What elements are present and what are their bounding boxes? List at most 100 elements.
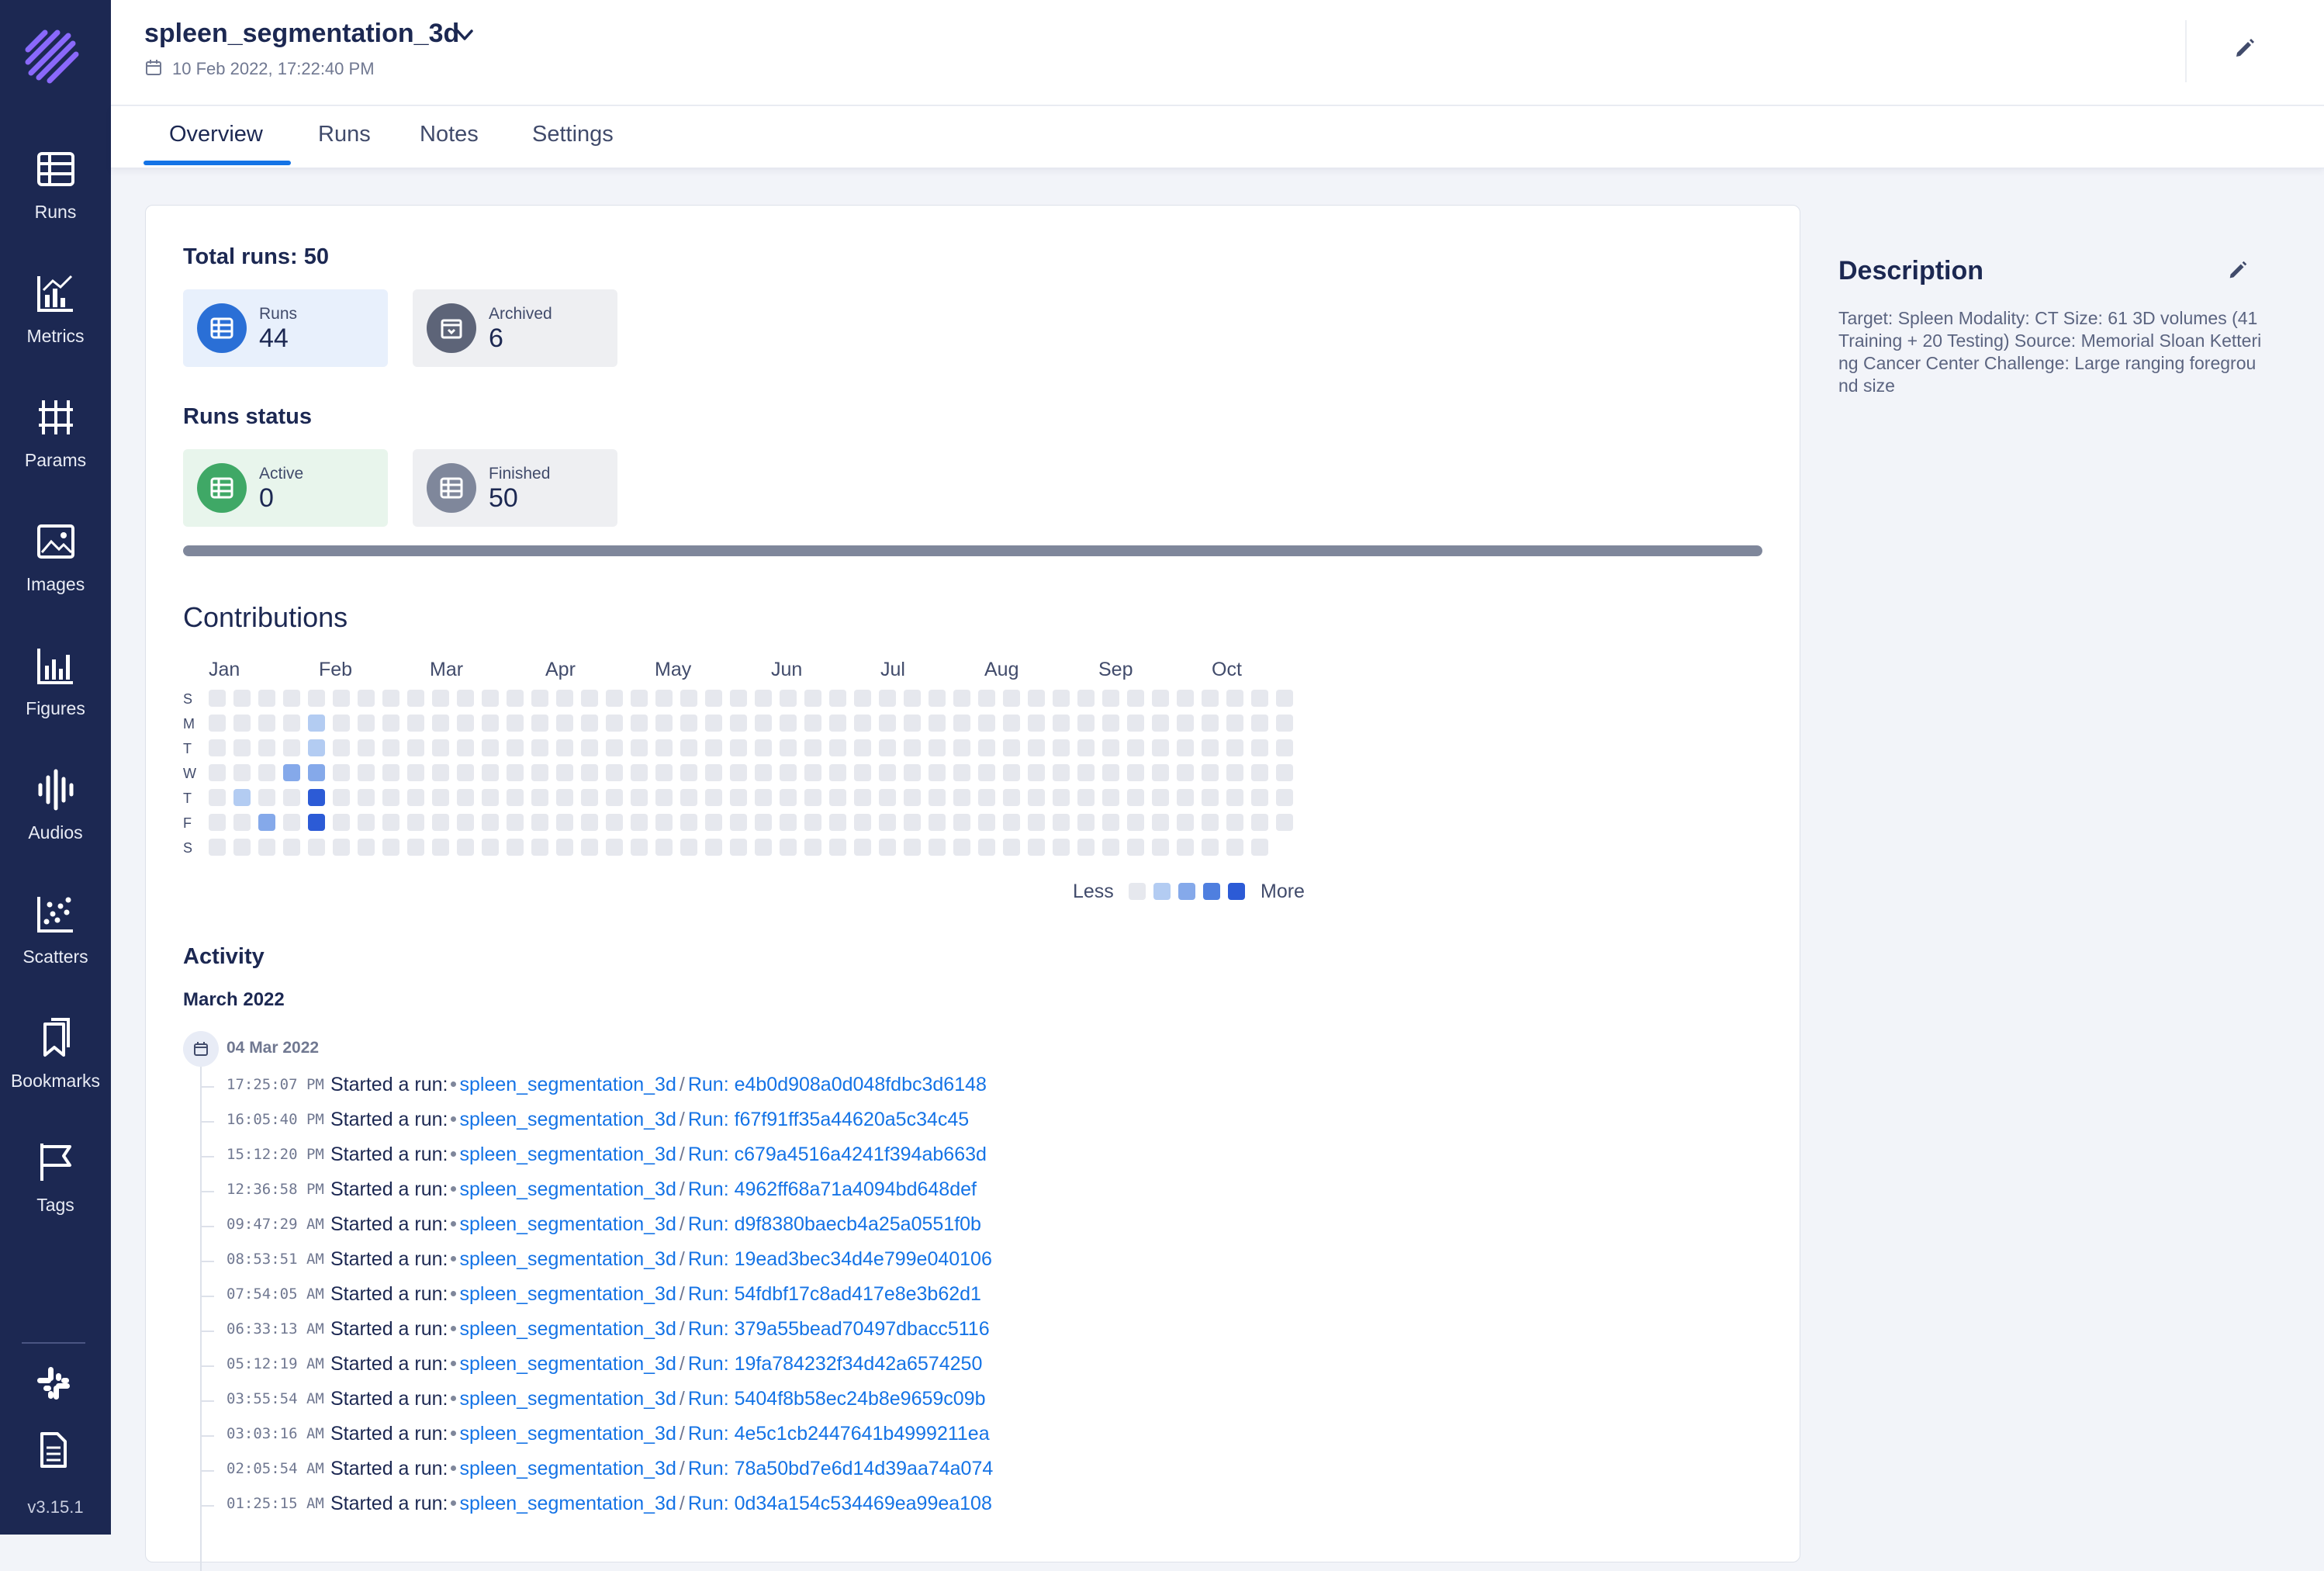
contribution-cell[interactable] (904, 839, 921, 856)
contribution-cell[interactable] (333, 789, 350, 806)
contribution-cell[interactable] (1251, 715, 1268, 732)
contribution-cell[interactable] (1028, 814, 1045, 831)
contribution-cell[interactable] (1053, 789, 1070, 806)
contribution-cell[interactable] (308, 715, 325, 732)
contribution-cell[interactable] (1251, 814, 1268, 831)
contribution-cell[interactable] (680, 715, 697, 732)
contribution-cell[interactable] (1152, 764, 1169, 781)
contribution-cell[interactable] (929, 839, 946, 856)
run-link[interactable]: Run: 78a50bd7e6d14d39aa74a074 (688, 1458, 993, 1479)
experiment-link[interactable]: spleen_segmentation_3d (459, 1318, 676, 1340)
tab-settings[interactable]: Settings (532, 122, 614, 147)
contribution-cell[interactable] (283, 789, 300, 806)
contribution-cell[interactable] (929, 814, 946, 831)
contribution-cell[interactable] (829, 739, 846, 756)
contribution-cell[interactable] (1127, 814, 1144, 831)
contribution-cell[interactable] (655, 715, 673, 732)
contribution-cell[interactable] (531, 839, 548, 856)
contribution-cell[interactable] (755, 839, 772, 856)
contribution-cell[interactable] (382, 764, 399, 781)
contribution-cell[interactable] (829, 764, 846, 781)
contribution-cell[interactable] (258, 715, 275, 732)
contribution-cell[interactable] (1127, 715, 1144, 732)
contribution-cell[interactable] (730, 764, 747, 781)
contribution-cell[interactable] (482, 690, 499, 707)
contribution-cell[interactable] (1276, 690, 1293, 707)
contribution-cell[interactable] (581, 764, 598, 781)
contribution-cell[interactable] (854, 739, 871, 756)
contribution-cell[interactable] (382, 814, 399, 831)
contribution-cell[interactable] (680, 839, 697, 856)
edit-project-icon[interactable] (2232, 36, 2257, 61)
contribution-cell[interactable] (507, 814, 524, 831)
contribution-cell[interactable] (829, 814, 846, 831)
contribution-cell[interactable] (854, 715, 871, 732)
contribution-cell[interactable] (333, 739, 350, 756)
contribution-cell[interactable] (755, 690, 772, 707)
contribution-cell[interactable] (482, 839, 499, 856)
contribution-cell[interactable] (606, 789, 623, 806)
contribution-cell[interactable] (1028, 839, 1045, 856)
contribution-cell[interactable] (432, 839, 449, 856)
contribution-cell[interactable] (407, 690, 424, 707)
contribution-cell[interactable] (631, 789, 648, 806)
contribution-cell[interactable] (358, 789, 375, 806)
contribution-cell[interactable] (1102, 690, 1119, 707)
contribution-cell[interactable] (209, 789, 226, 806)
contribution-cell[interactable] (358, 814, 375, 831)
contribution-cell[interactable] (730, 789, 747, 806)
contribution-cell[interactable] (283, 839, 300, 856)
contribution-cell[interactable] (1202, 715, 1219, 732)
contribution-cell[interactable] (457, 814, 474, 831)
contribution-cell[interactable] (755, 814, 772, 831)
contribution-cell[interactable] (432, 764, 449, 781)
contribution-cell[interactable] (1003, 839, 1020, 856)
contribution-cell[interactable] (780, 789, 797, 806)
contribution-cell[interactable] (929, 739, 946, 756)
finished-stat-card[interactable]: Finished 50 (413, 449, 617, 527)
contribution-cell[interactable] (209, 739, 226, 756)
sidebar-item-scatters[interactable]: Scatters (0, 892, 111, 985)
run-link[interactable]: Run: 0d34a154c534469ea99ea108 (688, 1493, 992, 1514)
contribution-cell[interactable] (258, 764, 275, 781)
contribution-cell[interactable] (904, 789, 921, 806)
contribution-cell[interactable] (1003, 764, 1020, 781)
contribution-cell[interactable] (1077, 764, 1095, 781)
contribution-cell[interactable] (233, 814, 251, 831)
contribution-cell[interactable] (705, 814, 722, 831)
contribution-cell[interactable] (804, 715, 821, 732)
contribution-cell[interactable] (929, 690, 946, 707)
contribution-cell[interactable] (1003, 690, 1020, 707)
contribution-cell[interactable] (1202, 690, 1219, 707)
contribution-cell[interactable] (606, 764, 623, 781)
contribution-cell[interactable] (1152, 715, 1169, 732)
contribution-cell[interactable] (904, 739, 921, 756)
contribution-cell[interactable] (233, 739, 251, 756)
contribution-cell[interactable] (308, 789, 325, 806)
contribution-cell[interactable] (680, 739, 697, 756)
sidebar-item-tags[interactable]: Tags (0, 1140, 111, 1234)
experiment-link[interactable]: spleen_segmentation_3d (459, 1248, 676, 1270)
contribution-cell[interactable] (457, 839, 474, 856)
contribution-cell[interactable] (283, 739, 300, 756)
contribution-cell[interactable] (1077, 690, 1095, 707)
contribution-cell[interactable] (978, 839, 995, 856)
contribution-cell[interactable] (1152, 739, 1169, 756)
contribution-cell[interactable] (382, 739, 399, 756)
run-link[interactable]: Run: 54fdbf17c8ad417e8e3b62d1 (688, 1283, 981, 1305)
contribution-cell[interactable] (1127, 789, 1144, 806)
contribution-cell[interactable] (953, 814, 970, 831)
contribution-cell[interactable] (705, 789, 722, 806)
contribution-cell[interactable] (829, 690, 846, 707)
contribution-cell[interactable] (358, 739, 375, 756)
contribution-cell[interactable] (1003, 715, 1020, 732)
contribution-cell[interactable] (482, 789, 499, 806)
contribution-cell[interactable] (829, 789, 846, 806)
experiment-link[interactable]: spleen_segmentation_3d (459, 1353, 676, 1375)
contribution-cell[interactable] (854, 814, 871, 831)
contribution-cell[interactable] (953, 739, 970, 756)
contribution-cell[interactable] (1077, 739, 1095, 756)
contribution-cell[interactable] (879, 690, 896, 707)
contribution-cell[interactable] (655, 739, 673, 756)
contribution-cell[interactable] (382, 839, 399, 856)
